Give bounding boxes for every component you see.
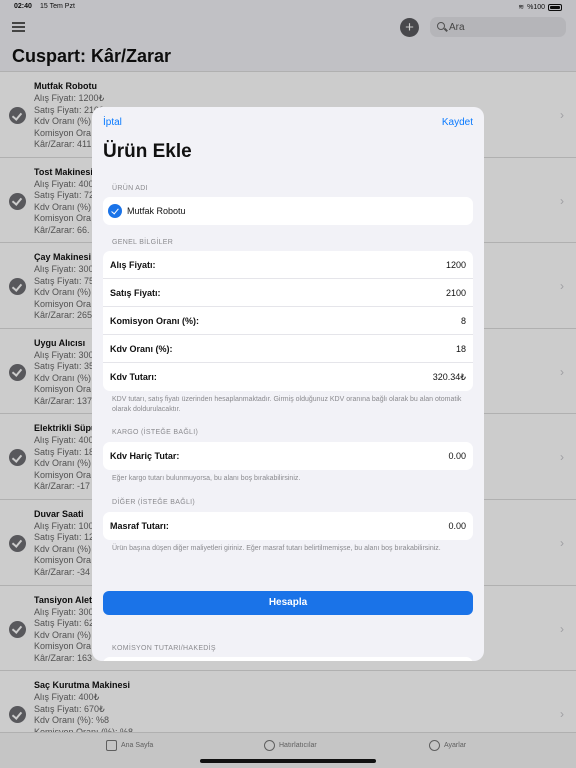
other-group: Masraf Tutarı: 0.00 xyxy=(103,512,473,540)
expense-row[interactable]: Masraf Tutarı: 0.00 xyxy=(103,512,473,540)
commission-rate-input[interactable]: 8 xyxy=(461,316,466,326)
sale-price-input[interactable]: 2100 xyxy=(446,288,466,298)
row-label: Komisyon Oranı (%): xyxy=(110,316,200,326)
row-label: Masraf Tutarı: xyxy=(110,521,169,531)
commission-rate-row[interactable]: Komisyon Oranı (%): 8 xyxy=(103,307,473,335)
cargo-amount-input[interactable]: 0.00 xyxy=(448,451,466,461)
cargo-group: Kdv Hariç Tutar: 0.00 xyxy=(103,442,473,470)
row-label: Kdv Oranı (%): xyxy=(110,344,173,354)
purchase-price-row[interactable]: Alış Fiyatı: 1200 xyxy=(103,251,473,279)
expense-amount-input[interactable]: 0.00 xyxy=(448,521,466,531)
cargo-row[interactable]: Kdv Hariç Tutar: 0.00 xyxy=(103,442,473,470)
row-label: Alış Fiyatı: xyxy=(110,260,156,270)
cancel-button[interactable]: İptal xyxy=(103,117,122,128)
other-header: DİĞER (İSTEĞE BAĞLI) xyxy=(112,499,196,506)
general-info-header: GENEL BİLGİLER xyxy=(112,239,174,246)
vat-amount-value: 320.34₺ xyxy=(432,372,466,382)
cargo-header: KARGO (İSTEĞE BAĞLI) xyxy=(112,429,199,436)
vat-rate-input[interactable]: 18 xyxy=(456,344,466,354)
sale-price-row[interactable]: Satış Fiyatı: 2100 xyxy=(103,279,473,307)
save-button[interactable]: Kaydet xyxy=(442,117,473,128)
purchase-price-input[interactable]: 1200 xyxy=(446,260,466,270)
expense-footer-note: Ürün başına düşen diğer maliyetleri giri… xyxy=(112,545,441,552)
vat-footer-note: KDV tutarı, satış fiyatı üzerinden hesap… xyxy=(112,396,462,413)
vat-rate-row[interactable]: Kdv Oranı (%): 18 xyxy=(103,335,473,363)
home-indicator xyxy=(200,759,376,763)
cargo-footer-note: Eğer kargo tutarı bulunmuyorsa, bu alanı… xyxy=(112,475,301,482)
row-label: Kdv Hariç Tutar: xyxy=(110,451,180,461)
commission-amount-header: KOMİSYON TUTARI/HAKEDİŞ xyxy=(112,645,216,652)
vat-amount-row: Kdv Tutarı: 320.34₺ xyxy=(103,363,473,391)
product-name-field[interactable]: Mutfak Robotu xyxy=(103,197,473,225)
product-name-value: Mutfak Robotu xyxy=(127,206,186,216)
row-label: Satış Fiyatı: xyxy=(110,288,161,298)
general-info-group: Alış Fiyatı: 1200 Satış Fiyatı: 2100 Kom… xyxy=(103,251,473,391)
calculate-button[interactable]: Hesapla xyxy=(103,591,473,615)
product-name-header: ÜRÜN ADI xyxy=(112,185,148,192)
commission-group xyxy=(103,657,473,661)
row-label: Kdv Tutarı: xyxy=(110,372,157,382)
add-product-sheet: İptal Kaydet Ürün Ekle ÜRÜN ADI Mutfak R… xyxy=(92,107,484,661)
sheet-title: Ürün Ekle xyxy=(103,141,192,162)
checkmark-icon xyxy=(108,204,122,218)
